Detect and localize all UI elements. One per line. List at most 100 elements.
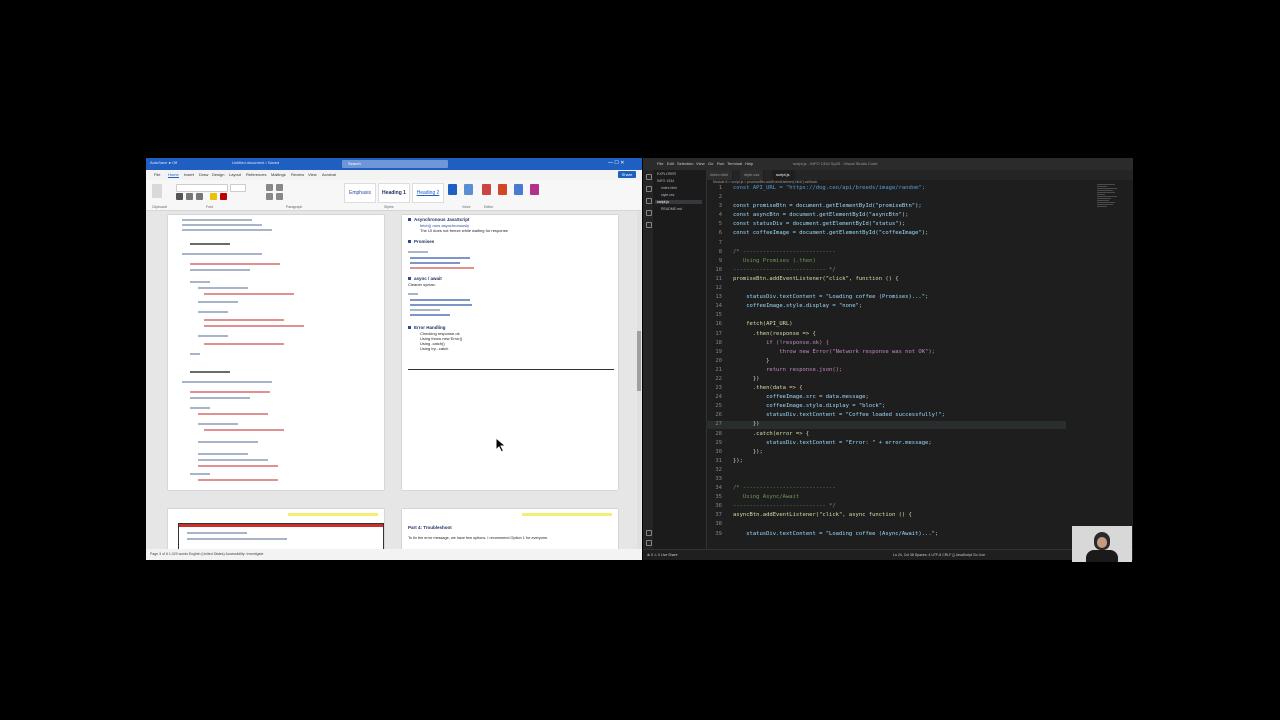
code-line-26: statusDiv.textContent = "Coffee loaded s… — [733, 412, 945, 419]
menu-file[interactable]: File — [657, 161, 663, 166]
acrobat-icon[interactable] — [498, 184, 507, 195]
code-line-24: coffeeImage.src = data.message; — [733, 394, 869, 401]
align-left-icon[interactable] — [266, 193, 273, 200]
group-styles: Styles — [384, 205, 394, 209]
horizontal-rule — [408, 369, 614, 370]
explorer-icon[interactable] — [646, 174, 652, 180]
style-heading2[interactable]: Heading 2 — [412, 183, 444, 203]
copilot-icon[interactable] — [514, 184, 523, 195]
code-line-21: return response.json(); — [733, 366, 843, 373]
code-line-8: /* ---------------------------- — [733, 248, 836, 255]
bold-icon[interactable] — [176, 193, 183, 200]
document-title: Untitled document • Saved — [232, 160, 280, 165]
account-icon[interactable] — [646, 530, 652, 536]
style-emphasis[interactable]: Emphasis — [344, 183, 376, 203]
code-line-16: fetch(API_URL) — [733, 321, 793, 328]
align-center-icon[interactable] — [276, 193, 283, 200]
gear-icon[interactable] — [646, 540, 652, 546]
menu-terminal[interactable]: Terminal — [727, 161, 742, 166]
problems-status[interactable]: ⊗ 0 ⚠ 0 Live Share — [647, 553, 678, 557]
code-line-36: ---------------------------- */ — [733, 503, 836, 510]
tab-home[interactable]: Home — [168, 172, 179, 178]
tab-references[interactable]: References — [246, 172, 266, 177]
code-line-9: Using Promises (.then) — [733, 257, 816, 264]
italic-icon[interactable] — [186, 193, 193, 200]
autosave-toggle[interactable]: AutoSave ● Off — [150, 160, 177, 165]
line-numbers: 1 2 3 4 5 6 7 8 9 10 11 12 13 14 15 16 17 18 19 20 21 22 23 24 2… — [715, 185, 722, 537]
document-page-4: Part 4: Troubleshoot To fix the error me… — [402, 509, 618, 554]
code-content: const API_URL = "https://dog.ceo/api/bre… — [733, 184, 945, 539]
code-line-39: statusDiv.textContent = "Loading coffee … — [733, 530, 939, 537]
word-vertical-scrollbar[interactable] — [637, 211, 641, 549]
dictate-icon[interactable] — [464, 184, 473, 195]
share-button[interactable]: Share — [618, 171, 636, 178]
vscode-window: File Edit Selection View Go Run Terminal… — [643, 158, 1133, 560]
minimap[interactable] — [1097, 184, 1119, 244]
designer-icon[interactable] — [530, 184, 539, 195]
code-line-27: }) — [733, 421, 760, 428]
group-font: Font — [206, 205, 214, 209]
document-page-3 — [168, 509, 384, 554]
explorer-file-readme[interactable]: README.md — [661, 207, 682, 211]
source-control-icon[interactable] — [646, 198, 652, 204]
tab-design[interactable]: Design — [212, 172, 224, 177]
tab-style-css[interactable]: style.css — [740, 170, 765, 180]
tab-draw[interactable]: Draw — [199, 172, 208, 177]
heading-async-await: async / await — [414, 276, 442, 281]
tab-insert[interactable]: Insert — [184, 172, 194, 177]
font-size-select[interactable] — [230, 184, 246, 192]
heading-async-js: Asynchronous JavaScript — [414, 217, 470, 222]
explorer-file-script[interactable]: script.js — [655, 200, 702, 204]
underline-icon[interactable] — [196, 193, 203, 200]
explorer-folder[interactable]: INFO 1334 — [657, 179, 674, 183]
tab-layout[interactable]: Layout — [229, 172, 241, 177]
explorer-panel: EXPLORER INFO 1334 index.html style.css … — [653, 170, 707, 550]
extensions-icon[interactable] — [646, 222, 652, 228]
search-icon[interactable] — [646, 186, 652, 192]
code-line-25: coffeeImage.style.display = "block"; — [733, 403, 886, 410]
activity-bar — [643, 170, 653, 550]
tab-acrobat[interactable]: Acrobat — [322, 172, 336, 177]
menu-go[interactable]: Go — [708, 161, 713, 166]
vscode-window-title: script.js - INFO 1334 Sp25 - Visual Stud… — [793, 161, 878, 166]
heading-part4: Part 4: Troubleshoot — [408, 525, 452, 530]
code-line-13: statusDiv.textContent = "Loading coffee … — [733, 294, 929, 301]
font-name-select[interactable] — [176, 184, 228, 192]
word-ribbon-tabs: File Home Insert Draw Design Layout Refe… — [146, 170, 642, 180]
heading-promises: Promises — [414, 239, 435, 244]
style-heading1[interactable]: Heading 1 — [378, 183, 410, 203]
explorer-file-style[interactable]: style.css — [661, 193, 674, 197]
explorer-file-index[interactable]: index.html — [661, 186, 677, 190]
run-debug-icon[interactable] — [646, 210, 652, 216]
menu-help[interactable]: Help — [745, 161, 753, 166]
tab-mailings[interactable]: Mailings — [271, 172, 286, 177]
code-editor[interactable]: 1 2 3 4 5 6 7 8 9 10 11 12 13 14 15 16 17 18 19 20 21 22 23 24 2… — [706, 184, 1133, 549]
editor-status[interactable]: Ln 24, Col 38 Spaces: 4 UTF-8 CRLF {} Ja… — [893, 553, 985, 557]
menu-view[interactable]: View — [696, 161, 705, 166]
word-search-box[interactable]: Search — [342, 160, 448, 168]
troubleshoot-text: To fix the error message, we have few op… — [408, 536, 549, 540]
document-page-1 — [168, 215, 384, 490]
find-icon[interactable] — [448, 184, 457, 195]
highlight-icon[interactable] — [210, 193, 217, 200]
font-color-icon[interactable] — [220, 193, 227, 200]
menu-edit[interactable]: Edit — [667, 161, 674, 166]
bullets-icon[interactable] — [266, 184, 273, 191]
tab-review[interactable]: Review — [291, 172, 304, 177]
menu-selection[interactable]: Selection — [677, 161, 693, 166]
editor-icon[interactable] — [482, 184, 491, 195]
error-item-4: Using try...catch — [420, 346, 449, 351]
cleaner-syntax-label: Cleaner syntax: — [408, 282, 436, 287]
numbering-icon[interactable] — [276, 184, 283, 191]
code-line-28: .catch(error => { — [733, 430, 810, 437]
tab-view[interactable]: View — [308, 172, 317, 177]
word-window-controls[interactable]: — ☐ ✕ — [608, 160, 624, 166]
document-area[interactable]: Asynchronous JavaScript fetch() runs asy… — [146, 211, 642, 554]
code-line-10: ---------------------------- */ — [733, 266, 836, 273]
paste-icon[interactable] — [152, 184, 162, 198]
tab-file[interactable]: File — [154, 172, 160, 177]
menu-run[interactable]: Run — [717, 161, 724, 166]
tab-index-html[interactable]: index.html — [706, 170, 734, 180]
mouse-cursor-icon — [495, 437, 507, 453]
tab-script-js[interactable]: script.js — [772, 170, 795, 180]
